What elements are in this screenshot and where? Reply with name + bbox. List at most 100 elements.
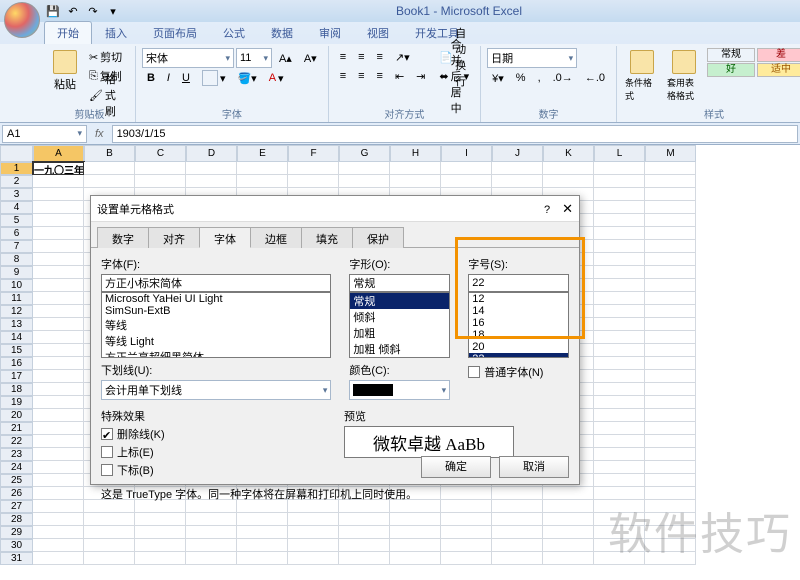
- color-combo[interactable]: ▾: [349, 380, 450, 400]
- cell[interactable]: [33, 318, 84, 331]
- cell[interactable]: [594, 487, 645, 500]
- cell[interactable]: [84, 162, 135, 175]
- cell-styles-gallery[interactable]: 常规差 好适中: [707, 48, 800, 77]
- cell[interactable]: [33, 357, 84, 370]
- shrink-font-icon[interactable]: A▾: [299, 49, 322, 67]
- col-header[interactable]: H: [390, 145, 441, 162]
- cell[interactable]: [288, 175, 339, 188]
- row-header[interactable]: 23: [0, 448, 33, 461]
- cell[interactable]: [441, 162, 492, 175]
- font-size-combo[interactable]: 11▾: [236, 48, 272, 68]
- office-button[interactable]: [4, 2, 40, 38]
- cell[interactable]: [135, 162, 186, 175]
- cell[interactable]: [84, 175, 135, 188]
- cell[interactable]: [594, 526, 645, 539]
- tab-view[interactable]: 视图: [354, 21, 402, 44]
- cell[interactable]: [594, 370, 645, 383]
- cell[interactable]: [492, 552, 543, 565]
- cell[interactable]: [645, 357, 696, 370]
- cell[interactable]: [33, 305, 84, 318]
- dlg-tab-number[interactable]: 数字: [97, 227, 149, 248]
- cell[interactable]: [288, 526, 339, 539]
- cell[interactable]: [390, 526, 441, 539]
- cell[interactable]: [339, 162, 390, 175]
- sup-checkbox[interactable]: [101, 446, 113, 458]
- italic-button[interactable]: I: [162, 69, 175, 87]
- row-header[interactable]: 24: [0, 461, 33, 474]
- cell[interactable]: [645, 188, 696, 201]
- row-header[interactable]: 1: [0, 162, 33, 175]
- cell[interactable]: [543, 162, 594, 175]
- close-icon[interactable]: ✕: [562, 201, 573, 216]
- underline-button[interactable]: U: [177, 69, 195, 87]
- row-header[interactable]: 18: [0, 383, 33, 396]
- cell[interactable]: [33, 461, 84, 474]
- cell[interactable]: [33, 266, 84, 279]
- cell[interactable]: [594, 201, 645, 214]
- cell[interactable]: [594, 461, 645, 474]
- row-header[interactable]: 9: [0, 266, 33, 279]
- tab-insert[interactable]: 插入: [92, 21, 140, 44]
- cell[interactable]: [33, 175, 84, 188]
- cell[interactable]: [237, 175, 288, 188]
- cell[interactable]: [645, 396, 696, 409]
- col-header[interactable]: I: [441, 145, 492, 162]
- underline-combo[interactable]: 会计用单下划线▾: [101, 380, 331, 400]
- size-list[interactable]: 121416182022: [468, 292, 569, 358]
- row-header[interactable]: 13: [0, 318, 33, 331]
- align-center-icon[interactable]: ≡: [353, 67, 369, 85]
- cell[interactable]: [33, 227, 84, 240]
- cell[interactable]: [135, 513, 186, 526]
- cell[interactable]: [441, 175, 492, 188]
- cell[interactable]: [288, 552, 339, 565]
- cell[interactable]: [594, 422, 645, 435]
- cell[interactable]: [594, 474, 645, 487]
- ok-button[interactable]: 确定: [421, 456, 491, 478]
- cell[interactable]: [339, 175, 390, 188]
- cell[interactable]: [594, 227, 645, 240]
- bold-button[interactable]: B: [142, 69, 160, 87]
- cell[interactable]: [186, 539, 237, 552]
- cell[interactable]: [645, 487, 696, 500]
- cell[interactable]: [594, 500, 645, 513]
- cell[interactable]: [186, 526, 237, 539]
- size-input[interactable]: [468, 274, 569, 292]
- border-button[interactable]: ▾: [197, 69, 231, 87]
- align-bot-icon[interactable]: ≡: [372, 48, 388, 66]
- cell[interactable]: [645, 500, 696, 513]
- cell[interactable]: [492, 526, 543, 539]
- row-header[interactable]: 27: [0, 500, 33, 513]
- fill-color-button[interactable]: 🪣▾: [232, 69, 261, 87]
- cell[interactable]: [84, 552, 135, 565]
- style-input[interactable]: [349, 274, 450, 292]
- cell[interactable]: [645, 201, 696, 214]
- cell[interactable]: [645, 214, 696, 227]
- cell[interactable]: [645, 305, 696, 318]
- col-header[interactable]: D: [186, 145, 237, 162]
- cell[interactable]: [543, 539, 594, 552]
- row-header[interactable]: 26: [0, 487, 33, 500]
- cell[interactable]: [237, 513, 288, 526]
- col-header[interactable]: E: [237, 145, 288, 162]
- cell[interactable]: [645, 461, 696, 474]
- cell[interactable]: [135, 526, 186, 539]
- cell[interactable]: [33, 422, 84, 435]
- cell[interactable]: [594, 344, 645, 357]
- tab-data[interactable]: 数据: [258, 21, 306, 44]
- cell[interactable]: [441, 513, 492, 526]
- cell[interactable]: [594, 383, 645, 396]
- table-format-button[interactable]: 套用表格格式: [665, 48, 703, 104]
- cell[interactable]: [645, 383, 696, 396]
- cell[interactable]: [645, 422, 696, 435]
- help-icon[interactable]: ?: [544, 204, 550, 216]
- cell[interactable]: 一九〇三年一月: [33, 162, 84, 175]
- strike-checkbox[interactable]: ✔: [101, 428, 113, 440]
- cell[interactable]: [645, 279, 696, 292]
- grow-font-icon[interactable]: A▴: [274, 49, 297, 67]
- row-header[interactable]: 8: [0, 253, 33, 266]
- cell[interactable]: [237, 526, 288, 539]
- row-header[interactable]: 31: [0, 552, 33, 565]
- cell[interactable]: [339, 513, 390, 526]
- cell[interactable]: [33, 409, 84, 422]
- dlg-tab-border[interactable]: 边框: [250, 227, 302, 248]
